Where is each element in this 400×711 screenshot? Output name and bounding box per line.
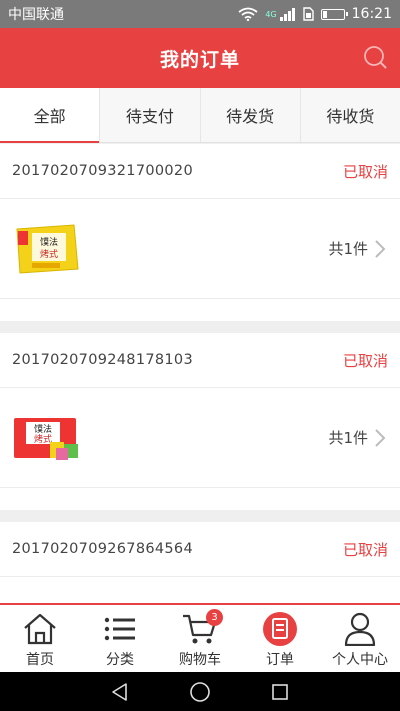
app-header: 我的订单	[0, 28, 400, 88]
order-status: 已取消	[342, 162, 388, 181]
product-brand-text: 馍法	[40, 236, 58, 248]
order-header: 2017020709321700020 已取消	[0, 144, 400, 199]
order-status: 已取消	[342, 351, 388, 370]
order-header: 2017020709248178103 已取消	[0, 333, 400, 388]
chevron-right-icon	[375, 428, 386, 447]
order-filter-tabs: 全部 待支付 待发货 待收货	[0, 88, 400, 143]
order-list: 2017020709321700020 已取消 馍法 烤式 共1件 201702…	[0, 144, 400, 603]
tab-label: 待收货	[326, 107, 375, 126]
carrier-label: 中国联通	[8, 7, 64, 23]
tab-pending-shipment[interactable]: 待发货	[201, 88, 301, 142]
tabbar-item-cart[interactable]: 3 购物车	[160, 605, 240, 672]
tabbar-item-profile[interactable]: 个人中心	[320, 605, 400, 672]
tabbar-item-category[interactable]: 分类	[80, 605, 160, 672]
order-card: 2017020709248178103 已取消 馍法 烤式 共1件	[0, 333, 400, 510]
status-bar: 中国联通 4G 16:21	[0, 0, 400, 28]
system-nav-bar	[0, 672, 400, 711]
product-thumbnail: 馍法 烤式	[14, 417, 78, 460]
order-item-row[interactable]: 馍法 烤式 共1件	[0, 199, 400, 299]
battery-icon	[320, 8, 348, 20]
order-item-count: 共1件	[328, 388, 386, 487]
order-item-count: 共1件	[328, 199, 386, 298]
tab-label: 待发货	[226, 107, 275, 126]
tab-pending-receipt[interactable]: 待收货	[301, 88, 400, 142]
order-header: 2017020709267864564 已取消	[0, 522, 400, 577]
back-icon[interactable]	[110, 682, 130, 702]
order-item-row[interactable]	[0, 577, 400, 603]
home-circle-icon[interactable]	[189, 681, 211, 703]
product-brand-text: 馍法	[34, 423, 52, 435]
tabbar-label: 首页	[26, 652, 54, 668]
order-number: 2017020709321700020	[12, 163, 193, 179]
tabbar-item-orders[interactable]: 订单	[240, 605, 320, 672]
wifi-icon	[238, 7, 258, 21]
order-card: 2017020709267864564 已取消	[0, 522, 400, 603]
chevron-right-icon	[375, 239, 386, 258]
bottom-tab-bar: 首页 分类 3 购物车 订单 个人中心	[0, 603, 400, 672]
item-count-label: 共1件	[328, 429, 368, 447]
order-status: 已取消	[342, 540, 388, 559]
order-number: 2017020709267864564	[12, 541, 193, 557]
order-footer	[0, 488, 400, 510]
order-icon	[263, 612, 297, 646]
product-thumbnail: 馍法 烤式	[16, 223, 79, 274]
product-brand-text: 烤式	[34, 433, 52, 445]
search-icon[interactable]	[362, 44, 388, 70]
clock-label: 16:21	[351, 6, 392, 22]
tabbar-label: 购物车	[179, 652, 221, 668]
tab-all[interactable]: 全部	[0, 88, 101, 143]
item-count-label: 共1件	[328, 240, 368, 258]
order-item-row[interactable]: 馍法 烤式 共1件	[0, 388, 400, 488]
tabbar-label: 个人中心	[332, 652, 388, 668]
tabbar-item-home[interactable]: 首页	[0, 605, 80, 672]
tab-label: 待支付	[125, 107, 174, 126]
tab-pending-payment[interactable]: 待支付	[100, 88, 201, 142]
list-icon	[104, 617, 135, 641]
home-icon	[24, 613, 56, 645]
tabbar-label: 订单	[266, 652, 294, 668]
product-brand-text: 烤式	[40, 248, 58, 260]
recents-icon[interactable]	[270, 682, 290, 702]
tabbar-label: 分类	[106, 652, 134, 668]
network-type-label: 4G	[265, 10, 277, 19]
page-title: 我的订单	[159, 48, 240, 71]
user-icon	[344, 612, 376, 646]
signal-icon	[279, 8, 295, 21]
sim-icon	[302, 7, 314, 21]
tab-label: 全部	[33, 107, 66, 126]
order-card: 2017020709321700020 已取消 馍法 烤式 共1件	[0, 144, 400, 321]
cart-badge: 3	[206, 609, 223, 626]
order-footer	[0, 299, 400, 321]
order-number: 2017020709248178103	[12, 352, 193, 368]
